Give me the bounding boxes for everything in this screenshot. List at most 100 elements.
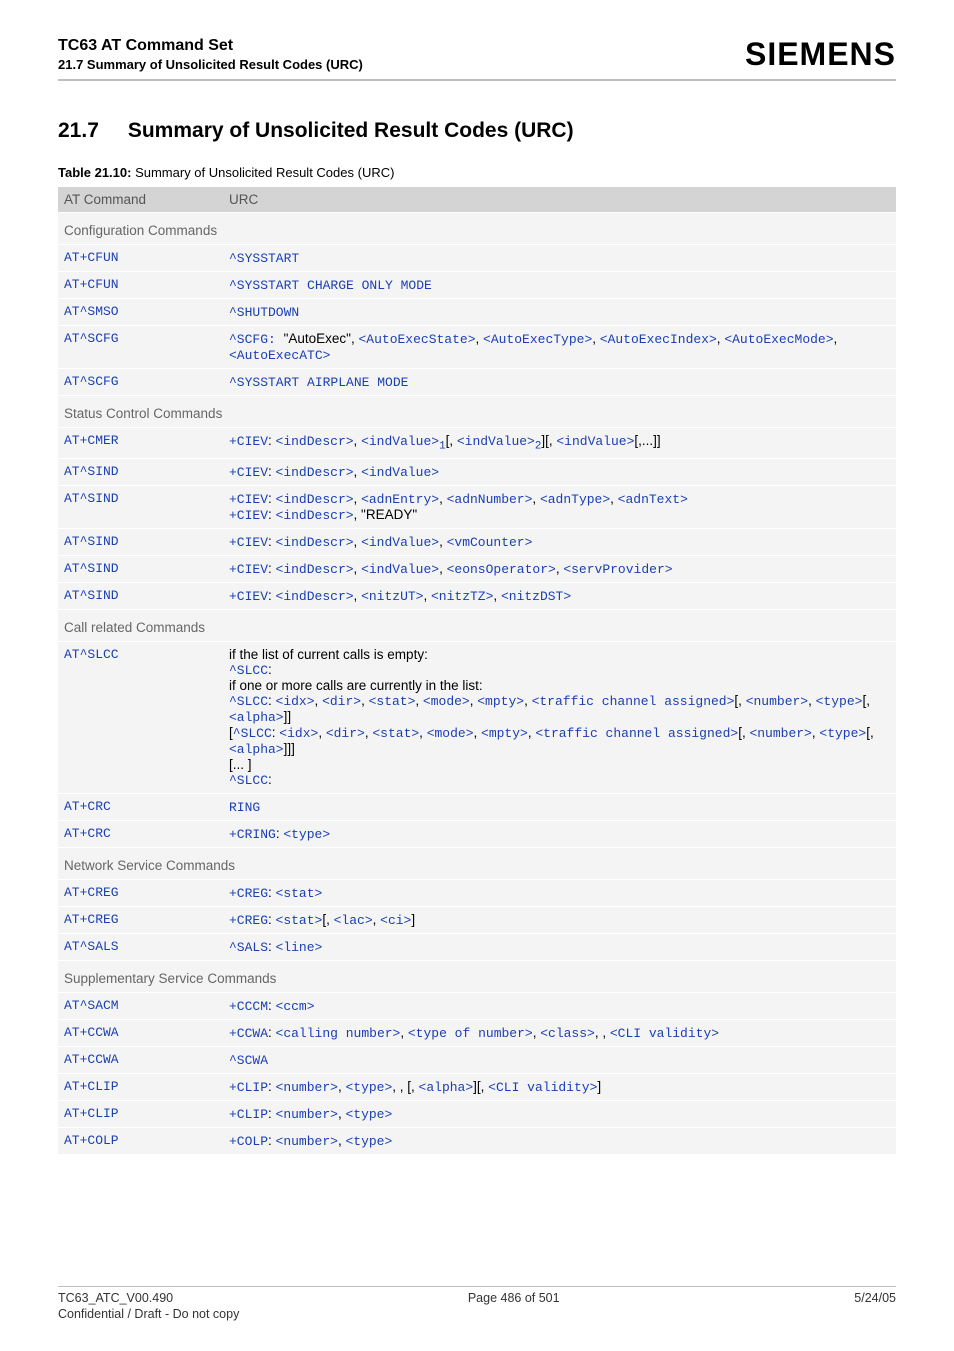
table-header-row: AT Command URC — [58, 187, 896, 213]
footer-confidential: Confidential / Draft - Do not copy — [58, 1307, 896, 1321]
at-command-cell: AT+CFUN — [58, 245, 223, 272]
footer-rule — [58, 1286, 896, 1287]
table-caption-bold: Table 21.10: — [58, 165, 131, 180]
page-header: TC63 AT Command Set 21.7 Summary of Unso… — [58, 36, 896, 79]
group-name: Network Service Commands — [58, 847, 896, 879]
table-row: AT+COLP+COLP: <number>, <type> — [58, 1127, 896, 1154]
table-row: AT+CREG+CREG: <stat> — [58, 879, 896, 906]
at-command-cell: AT^SIND — [58, 458, 223, 485]
table-row: AT+CCWA+CCWA: <calling number>, <type of… — [58, 1019, 896, 1046]
table-row: AT^SIND+CIEV: <indDescr>, <nitzUT>, <nit… — [58, 582, 896, 609]
header-rule — [58, 79, 896, 81]
at-command-cell: AT^SCFG — [58, 369, 223, 396]
group-name: Supplementary Service Commands — [58, 960, 896, 992]
table-row: AT^SMSO^SHUTDOWN — [58, 299, 896, 326]
table-row: AT+CFUN^SYSSTART CHARGE ONLY MODE — [58, 272, 896, 299]
at-command-cell: AT+CLIP — [58, 1100, 223, 1127]
urc-table: AT Command URC Configuration CommandsAT+… — [58, 186, 896, 1154]
table-row: AT^SIND+CIEV: <indDescr>, <adnEntry>, <a… — [58, 485, 896, 528]
table-row: AT^SACM+CCCM: <ccm> — [58, 992, 896, 1019]
at-command-cell: AT+CMER — [58, 428, 223, 459]
table-row: AT^SALS^SALS: <line> — [58, 933, 896, 960]
table-row: AT^SLCCif the list of current calls is e… — [58, 641, 896, 793]
footer-center: Page 486 of 501 — [468, 1291, 560, 1305]
urc-cell: +CLIP: <number>, <type> — [223, 1100, 896, 1127]
group-name: Call related Commands — [58, 609, 896, 641]
at-command-cell: AT^SIND — [58, 485, 223, 528]
at-command-cell: AT+CFUN — [58, 272, 223, 299]
urc-cell: ^SYSSTART CHARGE ONLY MODE — [223, 272, 896, 299]
col-header-cmd: AT Command — [58, 187, 223, 213]
table-row: AT^SCFG^SYSSTART AIRPLANE MODE — [58, 369, 896, 396]
table-row: AT^SIND+CIEV: <indDescr>, <indValue>, <e… — [58, 555, 896, 582]
table-row: AT+CCWA^SCWA — [58, 1046, 896, 1073]
group-row: Call related Commands — [58, 609, 896, 641]
urc-cell: RING — [223, 793, 896, 820]
section-heading: 21.7 Summary of Unsolicited Result Codes… — [58, 119, 896, 143]
urc-cell: +CIEV: <indDescr>, <indValue>1[, <indVal… — [223, 428, 896, 459]
table-row: AT^SCFG^SCFG: "AutoExec", <AutoExecState… — [58, 326, 896, 369]
at-command-cell: AT^SMSO — [58, 299, 223, 326]
table-row: AT+CRCRING — [58, 793, 896, 820]
at-command-cell: AT^SCFG — [58, 326, 223, 369]
table-row: AT+CMER+CIEV: <indDescr>, <indValue>1[, … — [58, 428, 896, 459]
doc-subtitle: 21.7 Summary of Unsolicited Result Codes… — [58, 57, 363, 72]
at-command-cell: AT+CCWA — [58, 1046, 223, 1073]
urc-cell: ^SHUTDOWN — [223, 299, 896, 326]
group-row: Supplementary Service Commands — [58, 960, 896, 992]
table-row: AT+CLIP+CLIP: <number>, <type>, , [, <al… — [58, 1073, 896, 1100]
table-caption-rest: Summary of Unsolicited Result Codes (URC… — [131, 165, 394, 180]
table-caption: Table 21.10: Summary of Unsolicited Resu… — [58, 165, 896, 180]
urc-cell: +CLIP: <number>, <type>, , [, <alpha>][,… — [223, 1073, 896, 1100]
at-command-cell: AT^SACM — [58, 992, 223, 1019]
urc-cell: if the list of current calls is empty:^S… — [223, 641, 896, 793]
footer-row: TC63_ATC_V00.490 Page 486 of 501 5/24/05 — [58, 1291, 896, 1305]
urc-cell: +CCWA: <calling number>, <type of number… — [223, 1019, 896, 1046]
urc-cell: ^SYSSTART — [223, 245, 896, 272]
urc-cell: ^SCFG: "AutoExec", <AutoExecState>, <Aut… — [223, 326, 896, 369]
group-row: Network Service Commands — [58, 847, 896, 879]
at-command-cell: AT^SIND — [58, 582, 223, 609]
table-row: AT+CFUN^SYSSTART — [58, 245, 896, 272]
at-command-cell: AT+COLP — [58, 1127, 223, 1154]
table-row: AT+CLIP+CLIP: <number>, <type> — [58, 1100, 896, 1127]
section-title: Summary of Unsolicited Result Codes (URC… — [128, 119, 574, 142]
urc-cell: +CIEV: <indDescr>, <indValue> — [223, 458, 896, 485]
footer-right: 5/24/05 — [854, 1291, 896, 1305]
at-command-cell: AT+CREG — [58, 879, 223, 906]
at-command-cell: AT+CRC — [58, 793, 223, 820]
urc-cell: +CREG: <stat> — [223, 879, 896, 906]
at-command-cell: AT^SIND — [58, 555, 223, 582]
doc-title: TC63 AT Command Set — [58, 37, 363, 55]
group-row: Configuration Commands — [58, 213, 896, 245]
table-row: AT+CREG+CREG: <stat>[, <lac>, <ci>] — [58, 906, 896, 933]
table-row: AT^SIND+CIEV: <indDescr>, <indValue>, <v… — [58, 528, 896, 555]
urc-cell: +CIEV: <indDescr>, <adnEntry>, <adnNumbe… — [223, 485, 896, 528]
urc-cell: +CREG: <stat>[, <lac>, <ci>] — [223, 906, 896, 933]
urc-cell: ^SYSSTART AIRPLANE MODE — [223, 369, 896, 396]
col-header-urc: URC — [223, 187, 896, 213]
table-row: AT+CRC+CRING: <type> — [58, 820, 896, 847]
table-row: AT^SIND+CIEV: <indDescr>, <indValue> — [58, 458, 896, 485]
urc-cell: +CIEV: <indDescr>, <indValue>, <vmCounte… — [223, 528, 896, 555]
at-command-cell: AT+CCWA — [58, 1019, 223, 1046]
footer: TC63_ATC_V00.490 Page 486 of 501 5/24/05… — [58, 1264, 896, 1321]
urc-cell: +CCCM: <ccm> — [223, 992, 896, 1019]
group-name: Status Control Commands — [58, 396, 896, 428]
footer-left: TC63_ATC_V00.490 — [58, 1291, 173, 1305]
at-command-cell: AT+CLIP — [58, 1073, 223, 1100]
urc-cell: ^SCWA — [223, 1046, 896, 1073]
urc-cell: ^SALS: <line> — [223, 933, 896, 960]
section-number: 21.7 — [58, 119, 122, 143]
group-row: Status Control Commands — [58, 396, 896, 428]
urc-cell: +CIEV: <indDescr>, <indValue>, <eonsOper… — [223, 555, 896, 582]
at-command-cell: AT^SALS — [58, 933, 223, 960]
at-command-cell: AT+CREG — [58, 906, 223, 933]
urc-cell: +COLP: <number>, <type> — [223, 1127, 896, 1154]
brand-logo: SIEMENS — [745, 36, 896, 73]
group-name: Configuration Commands — [58, 213, 896, 245]
urc-cell: +CRING: <type> — [223, 820, 896, 847]
at-command-cell: AT+CRC — [58, 820, 223, 847]
urc-cell: +CIEV: <indDescr>, <nitzUT>, <nitzTZ>, <… — [223, 582, 896, 609]
at-command-cell: AT^SLCC — [58, 641, 223, 793]
